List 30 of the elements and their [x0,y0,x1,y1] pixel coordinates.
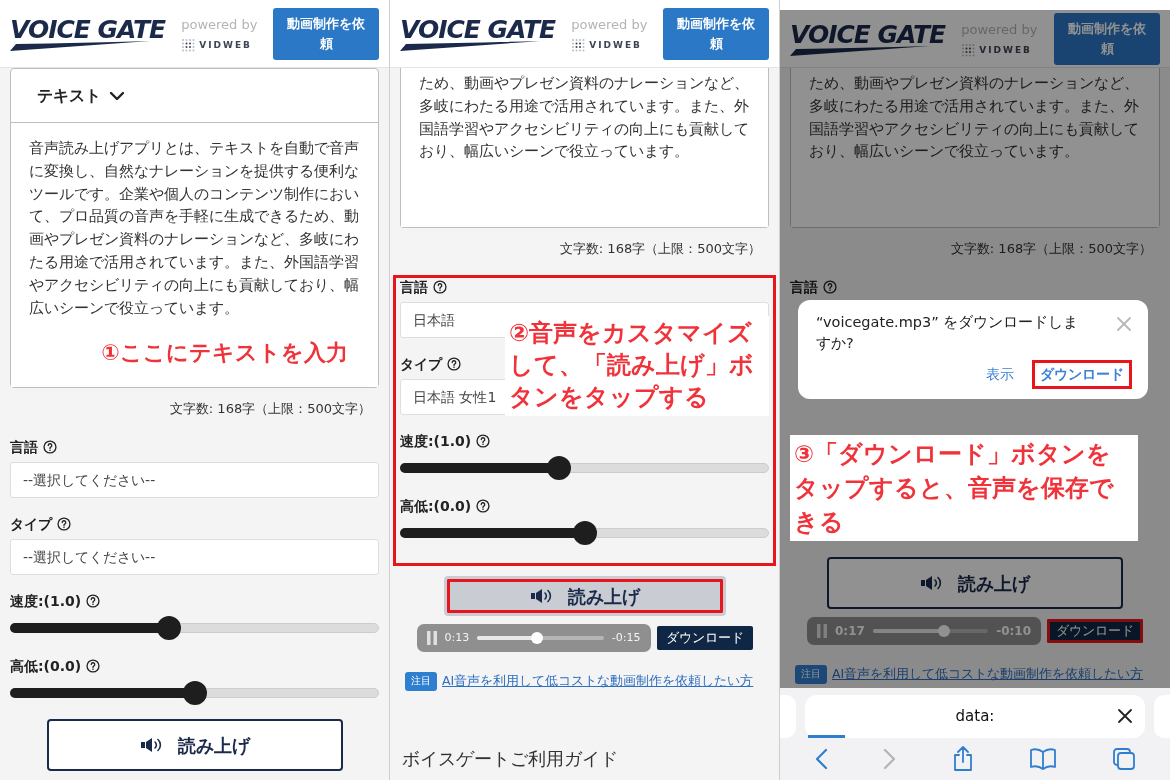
slider-label: 高低:(0.0) [10,656,82,676]
character-count: 文字数: 168字（上限：500文字） [558,240,762,258]
field-label: タイプ [10,514,52,534]
field-label: 言語 [10,437,38,457]
field-label: 言語 [400,277,428,297]
slider-label: 速度:(1.0) [400,431,472,451]
callout-text: ③「ダウンロード」ボタンをタップすると、音声を保存できる [790,435,1138,542]
section-title: テキスト [37,84,101,107]
field-label: 言語 [790,277,818,297]
partner-logo: VIDWEB [589,38,642,52]
slider-label: 高低:(0.0) [400,496,472,516]
url-text: data: [955,706,995,728]
notice-badge: 注目 [795,665,827,684]
guide-heading: ボイスゲートご利用ガイド [390,744,779,780]
remaining-time: -0:15 [611,629,641,646]
powered-by-text: powered by [181,15,258,34]
dialog-message: “voicegate.mp3” をダウンロードしますか? [816,313,1080,353]
partner-logo: VIDWEB [199,38,252,52]
partner-logo: VIDWEB [979,43,1032,57]
remaining-time: -0:10 [996,623,1031,641]
elapsed-time: 0:17 [835,623,865,641]
character-count: 文字数: 168字（上限：500文字） [168,400,372,418]
callout-text: ①ここにテキストを入力 [101,339,348,367]
callout-tooltip: ②音声をカスタマイズして、「読み上げ」ボタンをタップする [505,316,769,416]
notice-badge: 注目 [405,672,437,691]
powered-by-text: powered by [571,15,648,34]
field-label: タイプ [400,354,442,374]
character-count: 文字数: 168字（上限：500文字） [949,240,1153,258]
slider-label: 速度:(1.0) [10,591,82,611]
elapsed-time: 0:13 [444,629,470,646]
